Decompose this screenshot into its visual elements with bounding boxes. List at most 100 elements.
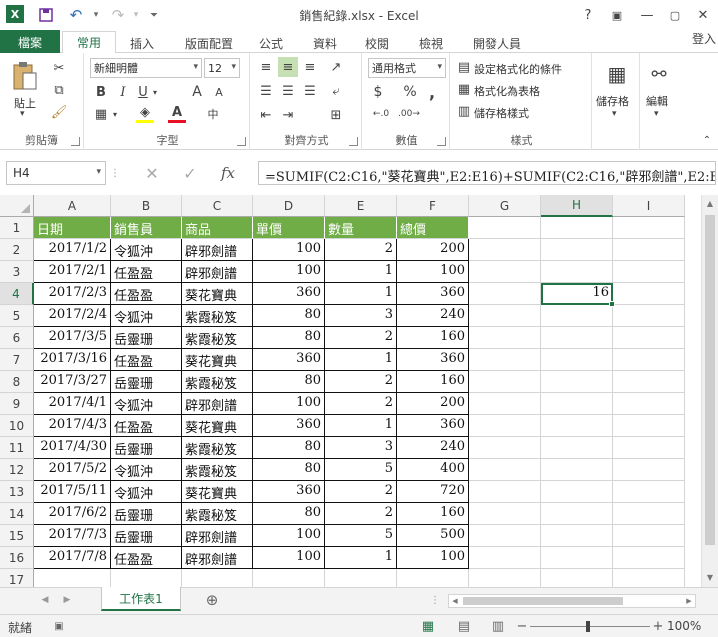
table-cell[interactable]: 岳靈珊 bbox=[111, 503, 182, 525]
empty-cell[interactable] bbox=[613, 371, 685, 393]
tab-formulas[interactable]: 公式 bbox=[252, 32, 290, 54]
table-cell[interactable]: 辟邪劍譜 bbox=[182, 547, 253, 569]
table-cell[interactable]: 1 bbox=[325, 415, 397, 437]
active-cell-h4[interactable]: 16 bbox=[541, 283, 613, 305]
table-cell[interactable]: 1 bbox=[325, 349, 397, 371]
number-format-select[interactable]: 通用格式 ▾ bbox=[368, 58, 446, 78]
formula-bar-grip-icon[interactable]: ⋮ bbox=[110, 162, 120, 184]
currency-button[interactable]: $ bbox=[370, 83, 386, 101]
row-header-17[interactable]: 17 bbox=[0, 569, 34, 587]
borders-icon[interactable]: ▦ bbox=[92, 105, 110, 123]
empty-cell[interactable] bbox=[469, 459, 541, 481]
table-cell[interactable]: 紫霞秘笈 bbox=[182, 305, 253, 327]
empty-cell[interactable] bbox=[469, 569, 541, 587]
empty-cell[interactable] bbox=[613, 305, 685, 327]
table-cell[interactable]: 2017/3/16 bbox=[34, 349, 111, 371]
empty-cell[interactable] bbox=[469, 327, 541, 349]
font-launcher-icon[interactable] bbox=[237, 137, 246, 146]
empty-cell[interactable] bbox=[613, 547, 685, 569]
font-color-button[interactable]: A bbox=[168, 105, 186, 123]
horizontal-scrollbar[interactable]: ◀ ▶ bbox=[448, 594, 696, 608]
binoculars-icon[interactable]: ⚯ bbox=[646, 61, 672, 87]
tab-data[interactable]: 資料 bbox=[306, 32, 344, 54]
chevron-down-icon[interactable]: ▾ bbox=[96, 167, 101, 177]
empty-cell[interactable] bbox=[111, 569, 182, 587]
tab-view[interactable]: 檢視 bbox=[412, 32, 450, 54]
empty-cell[interactable] bbox=[541, 327, 613, 349]
table-cell[interactable]: 辟邪劍譜 bbox=[182, 261, 253, 283]
table-cell[interactable]: 紫霞秘笈 bbox=[182, 327, 253, 349]
table-cell[interactable]: 400 bbox=[397, 459, 469, 481]
table-cell[interactable]: 任盈盈 bbox=[111, 547, 182, 569]
italic-button[interactable]: I bbox=[114, 83, 132, 101]
font-size-select[interactable]: 12 ▾ bbox=[204, 58, 240, 78]
table-cell[interactable]: 葵花寶典 bbox=[182, 283, 253, 305]
format-painter-icon[interactable]: 🖌 bbox=[50, 103, 68, 121]
table-cell[interactable]: 辟邪劍譜 bbox=[182, 525, 253, 547]
empty-cell[interactable] bbox=[469, 239, 541, 261]
empty-cell[interactable] bbox=[613, 481, 685, 503]
row-header-12[interactable]: 12 bbox=[0, 459, 34, 481]
new-sheet-button[interactable]: ⊕ bbox=[203, 591, 221, 609]
percent-button[interactable]: % bbox=[402, 83, 418, 101]
align-right-icon[interactable]: ☰ bbox=[300, 81, 320, 101]
cells-icon[interactable]: ▦ bbox=[604, 61, 630, 87]
alignment-launcher-icon[interactable] bbox=[349, 137, 358, 146]
align-bottom-icon[interactable]: ≡ bbox=[300, 57, 320, 77]
column-header-e[interactable]: E bbox=[325, 195, 397, 217]
empty-cell[interactable] bbox=[541, 503, 613, 525]
empty-cell[interactable] bbox=[541, 305, 613, 327]
comma-button[interactable]: , bbox=[424, 83, 440, 102]
empty-cell[interactable] bbox=[469, 305, 541, 327]
table-cell[interactable]: 3 bbox=[325, 305, 397, 327]
empty-cell[interactable] bbox=[397, 569, 469, 587]
table-cell[interactable]: 100 bbox=[253, 547, 325, 569]
table-cell[interactable]: 令狐沖 bbox=[111, 481, 182, 503]
table-cell[interactable]: 2 bbox=[325, 239, 397, 261]
empty-cell[interactable] bbox=[253, 569, 325, 587]
cells-button-label[interactable]: 儲存格 bbox=[596, 93, 629, 109]
table-cell[interactable]: 160 bbox=[397, 371, 469, 393]
column-header-a[interactable]: A bbox=[34, 195, 111, 217]
copy-icon[interactable]: ⧉ bbox=[50, 81, 68, 99]
table-cell[interactable]: 2017/7/3 bbox=[34, 525, 111, 547]
tab-insert[interactable]: 插入 bbox=[122, 32, 162, 54]
fill-color-icon[interactable]: ◈ bbox=[136, 105, 154, 123]
font-name-select[interactable]: 新細明體 ▾ bbox=[90, 58, 202, 78]
editing-button-label[interactable]: 編輯 bbox=[646, 93, 668, 109]
table-cell[interactable]: 2017/3/27 bbox=[34, 371, 111, 393]
wrap-text-icon[interactable]: ⤶ bbox=[326, 81, 346, 101]
cell-styles-icon[interactable]: ▥ bbox=[456, 103, 472, 119]
help-button[interactable]: ? bbox=[577, 5, 599, 25]
enter-icon[interactable]: ✓ bbox=[180, 163, 200, 183]
close-button[interactable]: ✕ bbox=[692, 5, 714, 25]
row-header-2[interactable]: 2 bbox=[0, 239, 34, 261]
table-cell[interactable]: 200 bbox=[397, 393, 469, 415]
table-header-cell[interactable]: 總價 bbox=[397, 217, 469, 239]
phonetic-button[interactable]: 中 bbox=[204, 105, 222, 123]
table-cell[interactable]: 240 bbox=[397, 437, 469, 459]
table-cell[interactable]: 辟邪劍譜 bbox=[182, 239, 253, 261]
table-cell[interactable]: 80 bbox=[253, 503, 325, 525]
table-cell[interactable]: 2017/1/2 bbox=[34, 239, 111, 261]
chevron-down-icon[interactable]: ▾ bbox=[654, 109, 659, 119]
format-as-table-button[interactable]: 格式化為表格 bbox=[474, 83, 540, 99]
table-cell[interactable]: 葵花寶典 bbox=[182, 481, 253, 503]
empty-cell[interactable] bbox=[469, 503, 541, 525]
zoom-slider[interactable] bbox=[530, 621, 650, 632]
empty-cell[interactable] bbox=[613, 415, 685, 437]
empty-cell[interactable] bbox=[613, 217, 685, 239]
table-cell[interactable]: 令狐沖 bbox=[111, 393, 182, 415]
table-cell[interactable]: 紫霞秘笈 bbox=[182, 371, 253, 393]
orientation-icon[interactable]: ↗ bbox=[326, 57, 346, 77]
underline-dropdown-icon[interactable]: ▾ bbox=[150, 83, 160, 101]
table-cell[interactable]: 紫霞秘笈 bbox=[182, 459, 253, 481]
row-header-9[interactable]: 9 bbox=[0, 393, 34, 415]
table-cell[interactable]: 360 bbox=[397, 283, 469, 305]
column-header-f[interactable]: F bbox=[397, 195, 469, 217]
conditional-format-button[interactable]: 設定格式化的條件 bbox=[474, 61, 562, 77]
empty-cell[interactable] bbox=[613, 503, 685, 525]
paste-dropdown-icon[interactable]: ▾ bbox=[20, 109, 25, 119]
borders-dropdown-icon[interactable]: ▾ bbox=[110, 105, 120, 123]
row-header-14[interactable]: 14 bbox=[0, 503, 34, 525]
